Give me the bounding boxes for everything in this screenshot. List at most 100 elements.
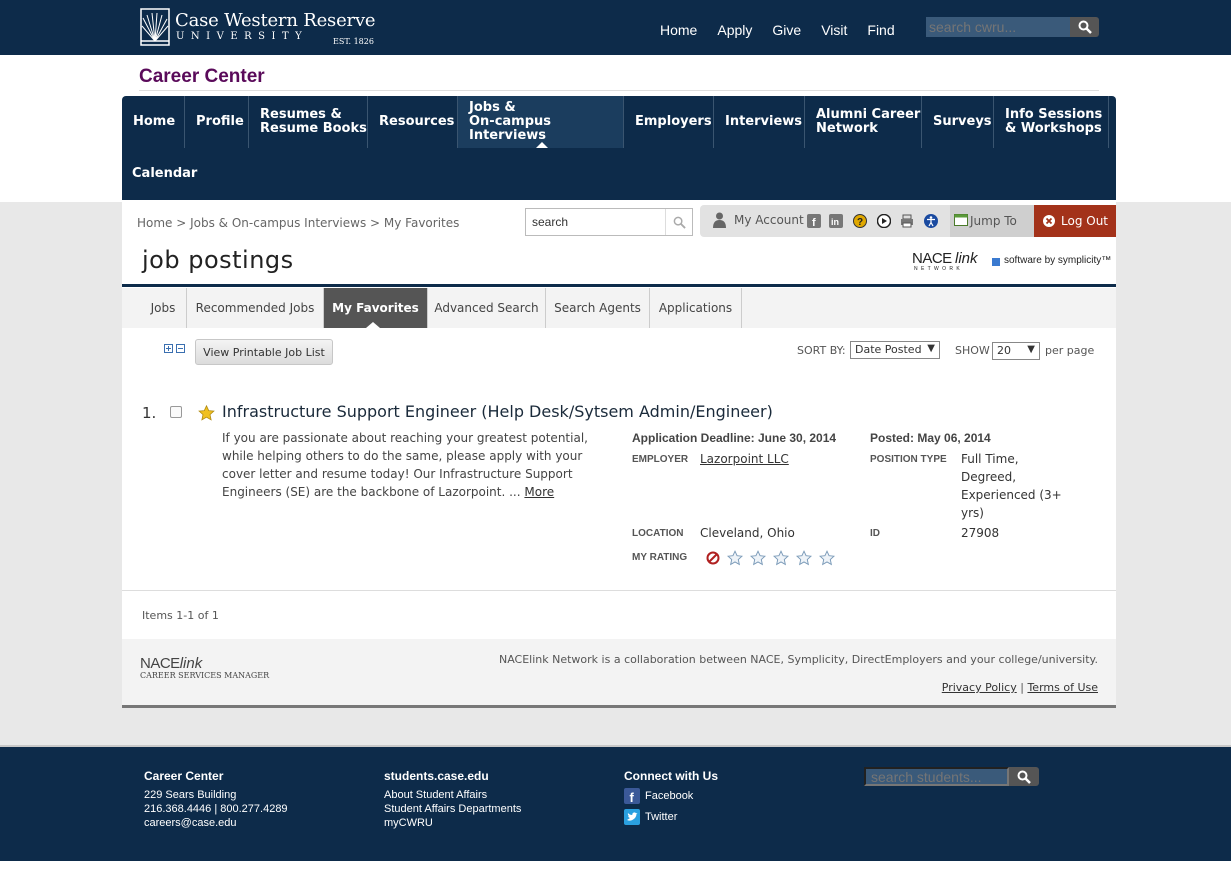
sunburst-icon	[140, 8, 170, 46]
nav-item-calendar[interactable]: Calendar	[122, 148, 202, 200]
list-controls: View Printable Job List SORT BY: Date Po…	[122, 328, 1116, 372]
tab-applications[interactable]: Applications	[650, 288, 742, 328]
play-icon[interactable]	[877, 214, 891, 228]
svg-text:in: in	[831, 217, 839, 227]
more-link[interactable]: More	[524, 485, 554, 499]
account-toolbar: My Account f in ? Jump To Log Out	[700, 205, 1116, 237]
rating-star-icon[interactable]	[819, 550, 835, 566]
collapse-all-icon[interactable]	[176, 344, 186, 353]
rating-star-icon[interactable]	[750, 550, 766, 566]
id-value: 27908	[961, 526, 1000, 540]
items-count: Items 1-1 of 1	[142, 609, 219, 622]
view-printable-job-list-button[interactable]: View Printable Job List	[195, 339, 333, 365]
jump-to-button[interactable]: Jump To	[950, 205, 1034, 237]
job-title-link[interactable]: Infrastructure Support Engineer (Help De…	[222, 402, 773, 421]
university-logo[interactable]: Case Western Reserve UNIVERSITY EST. 182…	[140, 8, 380, 48]
log-out-button[interactable]: Log Out	[1034, 205, 1116, 237]
tab-jobs[interactable]: Jobs	[140, 288, 187, 328]
footer-career-center-title[interactable]: Career Center	[144, 769, 288, 783]
breadcrumb[interactable]: Home > Jobs & On-campus Interviews > My …	[137, 216, 459, 230]
students-search-button[interactable]	[1009, 767, 1039, 786]
nav-item-home[interactable]: Home	[122, 96, 185, 148]
location-value: Cleveland, Ohio	[700, 526, 795, 540]
nav-item-profile[interactable]: Profile	[185, 96, 249, 148]
my-account-link[interactable]: My Account	[734, 213, 804, 227]
magnifier-icon	[673, 216, 686, 229]
page-title: job postings	[142, 246, 294, 274]
nav-item-surveys[interactable]: Surveys	[922, 96, 994, 148]
footer-link[interactable]: Student Affairs Departments	[384, 802, 521, 816]
rating-star-icon[interactable]	[727, 550, 743, 566]
facebook-icon[interactable]: f	[807, 214, 821, 228]
magnifier-icon	[1078, 20, 1092, 34]
sort-by-select[interactable]: Date Posted ▼	[850, 341, 940, 359]
favorite-star-icon[interactable]	[198, 405, 215, 421]
nav-item-jobs[interactable]: Jobs & On-campus Interviews	[458, 96, 624, 148]
cwru-search-button[interactable]	[1070, 17, 1099, 37]
clear-rating-icon[interactable]	[706, 551, 720, 565]
rating-star-icon[interactable]	[796, 550, 812, 566]
footer-link[interactable]: myCWRU	[384, 816, 521, 830]
nacelink-logo-nace: NACE	[912, 250, 952, 267]
nav-item-resources[interactable]: Resources	[368, 96, 458, 148]
posted-date: Posted: May 06, 2014	[870, 431, 991, 445]
svg-text:?: ?	[857, 217, 863, 228]
rating-star-icon[interactable]	[773, 550, 789, 566]
id-label: ID	[870, 528, 880, 539]
print-icon[interactable]	[900, 214, 914, 228]
top-link-home[interactable]: Home	[660, 22, 697, 38]
help-icon[interactable]: ?	[853, 214, 867, 228]
employer-link[interactable]: Lazorpoint LLC	[700, 450, 789, 468]
tab-recommended-jobs[interactable]: Recommended Jobs	[187, 288, 324, 328]
expand-all-icon[interactable]	[164, 344, 173, 353]
nav-item-alumni[interactable]: Alumni Career Network	[805, 96, 922, 148]
footer-link[interactable]: About Student Affairs	[384, 788, 521, 802]
page-footer: Career Center 229 Sears Building 216.368…	[0, 745, 1231, 861]
svg-text:f: f	[630, 790, 635, 804]
crumb-bar: Home > Jobs & On-campus Interviews > My …	[122, 202, 1116, 242]
tab-advanced-search[interactable]: Advanced Search	[428, 288, 546, 328]
tab-search-agents[interactable]: Search Agents	[546, 288, 650, 328]
rating-widget	[706, 550, 835, 566]
facebook-link[interactable]: f Facebook	[624, 788, 718, 804]
employer-label: EMPLOYER	[632, 454, 689, 465]
content-panel: Home > Jobs & On-campus Interviews > My …	[122, 202, 1116, 708]
job-search-button[interactable]	[665, 209, 692, 235]
job-number: 1.	[142, 404, 157, 422]
page-size-select[interactable]: 20 ▼	[992, 342, 1040, 360]
position-type-label: POSITION TYPE	[870, 454, 947, 465]
footer-connect-title: Connect with Us	[624, 769, 719, 783]
footer-career-center: Career Center 229 Sears Building 216.368…	[144, 769, 288, 829]
students-search-input[interactable]	[864, 767, 1009, 786]
terms-of-use-link[interactable]: Terms of Use	[1027, 681, 1098, 694]
expand-collapse-controls	[164, 344, 186, 356]
footer-students-title[interactable]: students.case.edu	[384, 769, 521, 783]
nacelink-logo-link: link	[955, 250, 978, 267]
privacy-policy-link[interactable]: Privacy Policy	[942, 681, 1017, 694]
title-divider	[122, 284, 1116, 287]
top-link-give[interactable]: Give	[772, 22, 801, 38]
nav-item-employers[interactable]: Employers	[624, 96, 714, 148]
accessibility-icon[interactable]	[924, 214, 938, 228]
footer-links: Privacy Policy | Terms of Use	[941, 681, 1098, 694]
content-bottom-border	[122, 705, 1116, 708]
top-link-visit[interactable]: Visit	[821, 22, 847, 38]
position-type-value: Full Time, Degreed, Experienced (3+ yrs)	[961, 452, 1062, 520]
top-link-find[interactable]: Find	[867, 22, 894, 38]
nav-item-interviews[interactable]: Interviews	[714, 96, 805, 148]
twitter-link[interactable]: Twitter	[624, 809, 718, 825]
top-link-apply[interactable]: Apply	[717, 22, 752, 38]
university-est: EST. 1826	[333, 37, 374, 46]
location-label: LOCATION	[632, 528, 684, 539]
per-page-label: per page	[1045, 344, 1095, 357]
cwru-search-input[interactable]	[926, 17, 1070, 37]
career-center-title[interactable]: Career Center	[139, 66, 265, 88]
job-select-checkbox[interactable]	[170, 406, 182, 418]
nav-item-resumes[interactable]: Resumes & Resume Books	[249, 96, 368, 148]
nav-item-info-sessions[interactable]: Info Sessions & Workshops	[994, 96, 1109, 148]
linkedin-icon[interactable]: in	[829, 214, 843, 228]
twitter-icon	[624, 809, 640, 825]
window-icon	[954, 214, 968, 226]
university-name: Case Western Reserve	[175, 10, 376, 31]
main-nav: Home Profile Resumes & Resume Books Reso…	[122, 96, 1116, 200]
